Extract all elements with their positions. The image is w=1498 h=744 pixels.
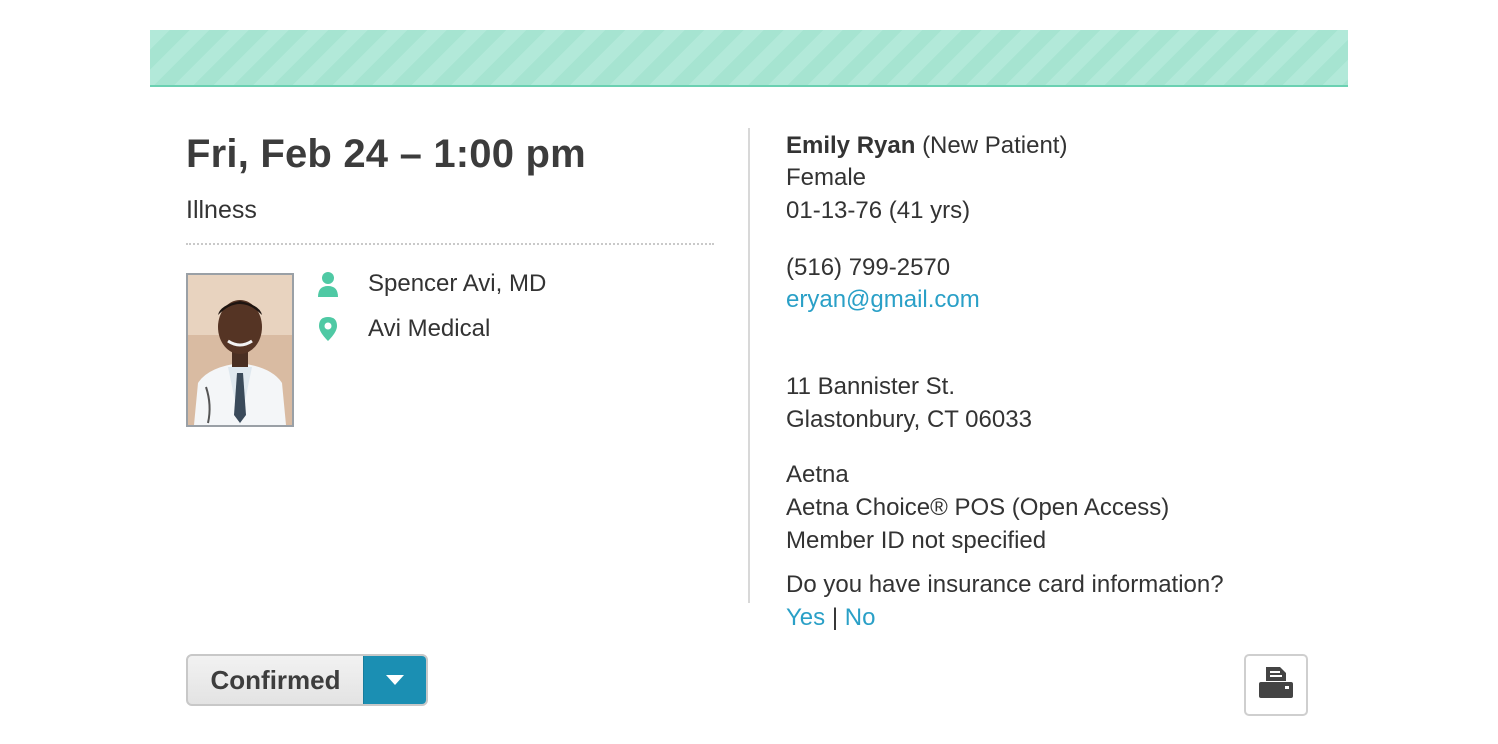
patient-address-line2: Glastonbury, CT 06033	[786, 406, 1032, 433]
no-link[interactable]: No	[845, 604, 876, 631]
print-icon	[1256, 665, 1296, 706]
insurance-card-answer-row: Yes | No	[786, 602, 875, 635]
status-label[interactable]: Confirmed	[188, 656, 363, 704]
insurance-member-id: Member ID not specified	[786, 527, 1047, 554]
insurance-carrier: Aetna	[786, 461, 849, 488]
patient-address-line1: 11 Bannister St.	[786, 373, 955, 400]
chevron-down-icon[interactable]	[363, 656, 426, 704]
appointment-panel: Fri, Feb 24 – 1:00 pm Illness Spencer Av…	[186, 125, 716, 427]
provider-name-row: Spencer Avi, MD	[316, 270, 546, 298]
patient-email-link[interactable]: eryan@gmail.com	[786, 284, 980, 317]
patient-phone: (516) 799-2570	[786, 254, 951, 281]
answer-separator: |	[831, 604, 839, 631]
patient-status: (New Patient)	[922, 132, 1068, 159]
provider-name: Spencer Avi, MD	[368, 270, 547, 297]
appointment-reason: Illness	[186, 196, 257, 224]
status-dropdown-button[interactable]: Confirmed	[186, 654, 428, 706]
patient-dob: 01-13-76 (41 yrs)	[786, 197, 971, 224]
header-banner	[150, 30, 1348, 87]
patient-name: Emily Ryan	[786, 132, 916, 159]
yes-link[interactable]: Yes	[786, 604, 825, 631]
patient-name-row: Emily Ryan (New Patient)	[786, 130, 1067, 163]
appointment-datetime: Fri, Feb 24 – 1:00 pm	[186, 132, 586, 176]
vertical-divider	[748, 128, 750, 603]
location-pin-icon	[316, 316, 340, 342]
insurance-plan: Aetna Choice® POS (Open Access)	[786, 494, 1170, 521]
person-icon	[316, 271, 340, 297]
insurance-card-question: Do you have insurance card information?	[786, 571, 1224, 598]
provider-photo-image	[188, 275, 292, 425]
provider-practice: Avi Medical	[368, 315, 491, 342]
print-button[interactable]	[1244, 654, 1308, 716]
divider-dotted	[186, 243, 714, 245]
patient-gender: Female	[786, 164, 867, 191]
provider-photo	[186, 273, 294, 427]
provider-practice-row: Avi Medical	[316, 315, 490, 343]
